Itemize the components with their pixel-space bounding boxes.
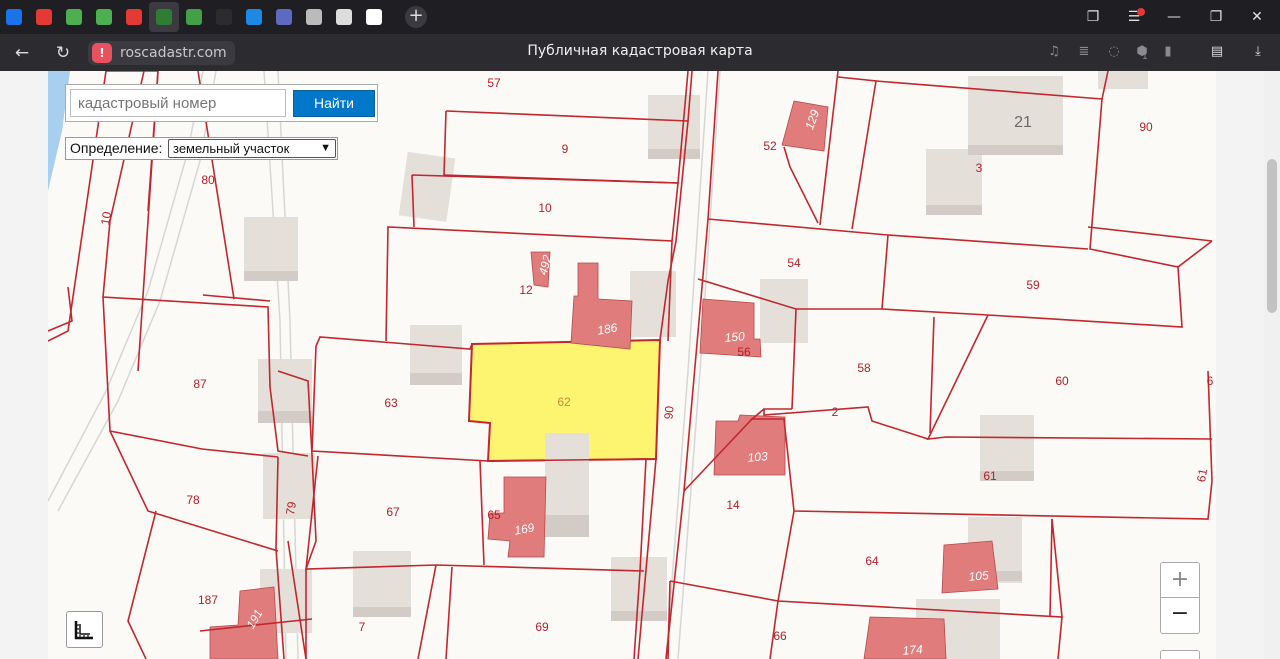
parcel-label: 10 — [538, 201, 552, 215]
parcel-label: 54 — [787, 256, 801, 270]
building-150 — [699, 298, 762, 358]
scrollbar-thumb[interactable] — [1267, 159, 1277, 313]
cadastral-number-input[interactable] — [70, 89, 286, 117]
browser-tab[interactable] — [32, 5, 56, 29]
definition-select[interactable]: земельный участок ▼ — [168, 139, 336, 158]
globe-icon — [276, 9, 292, 25]
airline-icon — [126, 9, 142, 25]
cluster-icon-2 — [96, 9, 112, 25]
parcel-label: 90 — [1139, 120, 1153, 134]
browser-tab[interactable] — [182, 5, 206, 29]
cluster-icon — [66, 9, 82, 25]
parcel-label: 10 — [98, 210, 114, 226]
parcel-label: 103 — [747, 449, 768, 465]
tab-list-icon[interactable]: ❐ — [1083, 7, 1103, 27]
mail-icon — [6, 9, 22, 25]
browser-tab[interactable] — [2, 5, 26, 29]
parcel-label: 7 — [359, 620, 366, 634]
flame-icon — [246, 9, 262, 25]
building-105 — [941, 540, 999, 594]
collections-icon[interactable]: ▤ — [1209, 44, 1225, 60]
search-panel: Найти — [65, 84, 378, 122]
close-icon[interactable]: ✕ — [1247, 7, 1267, 27]
headphones-icon[interactable]: ♫ — [1046, 44, 1062, 60]
definition-panel: Определение: земельный участок ▼ — [65, 137, 338, 160]
parcel-label: 52 — [763, 139, 777, 153]
search-button[interactable]: Найти — [293, 90, 375, 117]
document-icon — [336, 9, 352, 25]
new-tab-button[interactable]: + — [405, 6, 427, 28]
cadastre-icon — [156, 9, 172, 25]
definition-selected-value: земельный участок — [173, 141, 290, 156]
browser-tab[interactable] — [362, 5, 386, 29]
page-viewport: 57 9 10 12 492 186 80 10 87 63 62 90 78 79 67 65 169 187 1… — [0, 71, 1280, 659]
parcel-label: 105 — [968, 568, 989, 584]
map-pin-icon — [186, 9, 202, 25]
restore-icon[interactable]: ❐ — [1206, 7, 1226, 27]
parcel-label: 60 — [1055, 374, 1069, 388]
parcel-label: 21 — [1014, 114, 1032, 131]
building-shadows — [244, 71, 1148, 659]
gear-icon — [306, 9, 322, 25]
sparkle-icon — [366, 9, 382, 25]
page-scrollbar[interactable] — [1264, 71, 1280, 659]
bookmark-icon[interactable]: ▮ — [1160, 44, 1176, 60]
comment-icon[interactable]: ◌ — [1106, 44, 1122, 60]
parcel-label: 63 — [384, 396, 398, 410]
parcel-label: 6 — [1207, 374, 1214, 388]
browser-tab[interactable] — [302, 5, 326, 29]
blank-tab-icon — [216, 9, 232, 25]
parcel-label: 61 — [1194, 467, 1210, 483]
parcel-label: 57 — [487, 76, 501, 90]
definition-label: Определение: — [70, 140, 163, 156]
parcel-label: 9 — [562, 142, 569, 156]
parcel-label: 2 — [832, 405, 839, 419]
parcel-label: 61 — [983, 469, 997, 483]
zoom-in-button[interactable]: + — [1160, 562, 1200, 598]
parcel-label: 64 — [865, 554, 879, 568]
browser-tab[interactable] — [149, 2, 179, 32]
browser-tab[interactable] — [272, 5, 296, 29]
ruler-tool-button[interactable] — [66, 611, 103, 648]
minimize-icon[interactable]: — — [1164, 7, 1184, 27]
parcel-label: 87 — [193, 377, 207, 391]
parcel-label: 67 — [386, 505, 400, 519]
parcel-label: 187 — [198, 593, 218, 607]
parcel-label: 56 — [737, 345, 751, 359]
parcel-label: 58 — [857, 361, 871, 375]
browser-tab[interactable] — [242, 5, 266, 29]
parcel-label: 12 — [519, 283, 533, 297]
chevron-down-icon: ▼ — [320, 142, 331, 154]
browser-tab[interactable] — [122, 5, 146, 29]
layers-button[interactable] — [1160, 650, 1200, 659]
address-bar: ← ↻ ! roscadastr.com Публичная кадастров… — [0, 34, 1280, 71]
extensions-badge: 1 — [1142, 52, 1148, 62]
building-103 — [713, 414, 786, 476]
zoom-out-button[interactable]: − — [1160, 598, 1200, 634]
parcel-label: 69 — [535, 620, 549, 634]
browser-tab[interactable] — [62, 5, 86, 29]
parcel-label: 14 — [726, 498, 740, 512]
browser-tab[interactable] — [92, 5, 116, 29]
parcel-label: 66 — [773, 629, 787, 643]
parcel-label: 78 — [186, 493, 200, 507]
browser-tab[interactable] — [212, 5, 236, 29]
parcel-label: 59 — [1026, 278, 1040, 292]
download-icon[interactable]: ⤓ — [1250, 44, 1266, 60]
parcel-label: 150 — [724, 329, 745, 345]
parcel-label: 3 — [976, 161, 983, 175]
browser-tab-strip: + ❐ ☰ — ❐ ✕ — [0, 0, 1280, 34]
notification-dot — [1137, 8, 1145, 16]
parcel-label: 90 — [661, 405, 676, 420]
pokeball-icon — [36, 9, 52, 25]
parcel-label: 79 — [283, 500, 299, 516]
parcel-label: 65 — [487, 508, 501, 522]
parcel-label: 62 — [557, 395, 571, 409]
browser-tab[interactable] — [332, 5, 356, 29]
cadastral-map[interactable]: 57 9 10 12 492 186 80 10 87 63 62 90 78 79 67 65 169 187 1… — [48, 71, 1216, 659]
reader-icon[interactable]: ≣ — [1076, 44, 1092, 60]
parcel-label: 80 — [201, 173, 215, 187]
parcel-label: 174 — [902, 642, 923, 658]
ruler-icon — [74, 621, 93, 640]
